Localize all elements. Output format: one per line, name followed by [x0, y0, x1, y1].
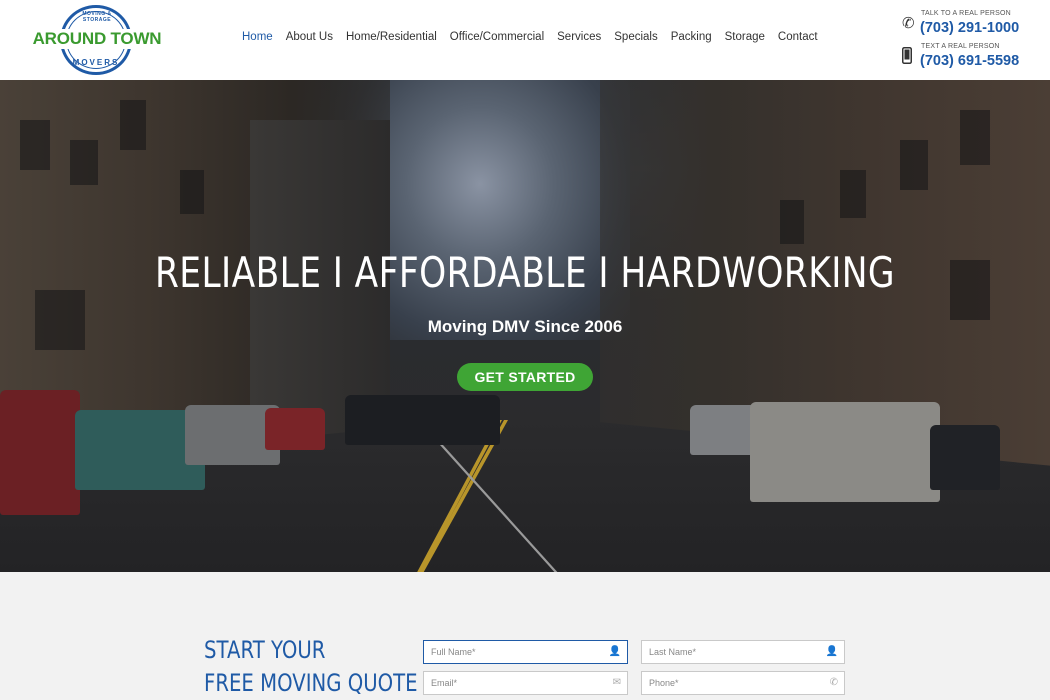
quote-title-line2: FREE MOVING QUOTE: [204, 669, 418, 697]
nav-storage[interactable]: Storage: [725, 31, 765, 43]
nav-about-us[interactable]: About Us: [286, 31, 333, 43]
building-window: [120, 100, 146, 150]
nav-packing[interactable]: Packing: [671, 31, 712, 43]
mobile-icon: [902, 47, 916, 67]
text-caption: TEXT A REAL PERSON: [921, 43, 1000, 50]
building-window: [780, 200, 804, 244]
logo-top-text: MOVING & STORAGE: [82, 11, 112, 23]
pickup-truck: [345, 395, 500, 445]
text-phone-block[interactable]: TEXT A REAL PERSON (703) 691-5598: [902, 43, 1042, 75]
nav-specials[interactable]: Specials: [614, 31, 657, 43]
user-icon: 👤: [608, 646, 621, 657]
main-nav: Home About Us Home/Residential Office/Co…: [242, 31, 831, 43]
get-started-button[interactable]: GET STARTED: [457, 363, 593, 391]
around-town-movers-logo[interactable]: MOVING & STORAGE AROUND TOWN MOVERS: [32, 5, 162, 75]
building-window: [960, 110, 990, 165]
user-icon: 👤: [825, 646, 838, 657]
nav-contact[interactable]: Contact: [778, 31, 818, 43]
phone-field[interactable]: ✆: [641, 671, 845, 695]
hero-title: RELIABLE I AFFORDABLE I HARDWORKING: [154, 248, 896, 297]
quote-title-line1: START YOUR: [204, 636, 326, 664]
email-icon: ✉: [612, 677, 621, 688]
logo-main-text: AROUND TOWN: [32, 29, 162, 49]
last-name-input[interactable]: [642, 641, 844, 663]
building-window: [900, 140, 928, 190]
call-phone-block[interactable]: ✆ TALK TO A REAL PERSON (703) 291-1000: [902, 10, 1042, 42]
nav-services[interactable]: Services: [557, 31, 601, 43]
site-header: MOVING & STORAGE AROUND TOWN MOVERS Home…: [0, 0, 1050, 80]
parked-suv: [750, 402, 940, 502]
nav-home-residential[interactable]: Home/Residential: [346, 31, 437, 43]
email-input[interactable]: [424, 672, 627, 694]
logo-bottom-text: MOVERS: [72, 58, 120, 67]
nav-home[interactable]: Home: [242, 31, 273, 43]
nav-office-commercial[interactable]: Office/Commercial: [450, 31, 544, 43]
parked-car: [0, 390, 80, 515]
parked-car: [265, 408, 325, 450]
phone-icon: ✆: [902, 15, 915, 32]
text-number[interactable]: (703) 691-5598: [920, 53, 1019, 69]
call-caption: TALK TO A REAL PERSON: [921, 10, 1011, 17]
email-field[interactable]: ✉: [423, 671, 628, 695]
full-name-field[interactable]: 👤: [423, 640, 628, 664]
building-window: [20, 120, 50, 170]
building-window: [950, 260, 990, 320]
call-number[interactable]: (703) 291-1000: [920, 20, 1019, 36]
parked-car: [930, 425, 1000, 490]
building-window: [180, 170, 204, 214]
quote-section: START YOUR FREE MOVING QUOTE 👤 👤 ✉ ✆: [0, 572, 1050, 700]
last-name-field[interactable]: 👤: [641, 640, 845, 664]
building-window: [840, 170, 866, 218]
phone-icon: ✆: [829, 677, 838, 688]
full-name-input[interactable]: [424, 641, 627, 663]
building-window: [70, 140, 98, 185]
hero-banner: RELIABLE I AFFORDABLE I HARDWORKING Movi…: [0, 80, 1050, 572]
hero-subtitle: Moving DMV Since 2006: [427, 317, 623, 336]
phone-input[interactable]: [642, 672, 844, 694]
